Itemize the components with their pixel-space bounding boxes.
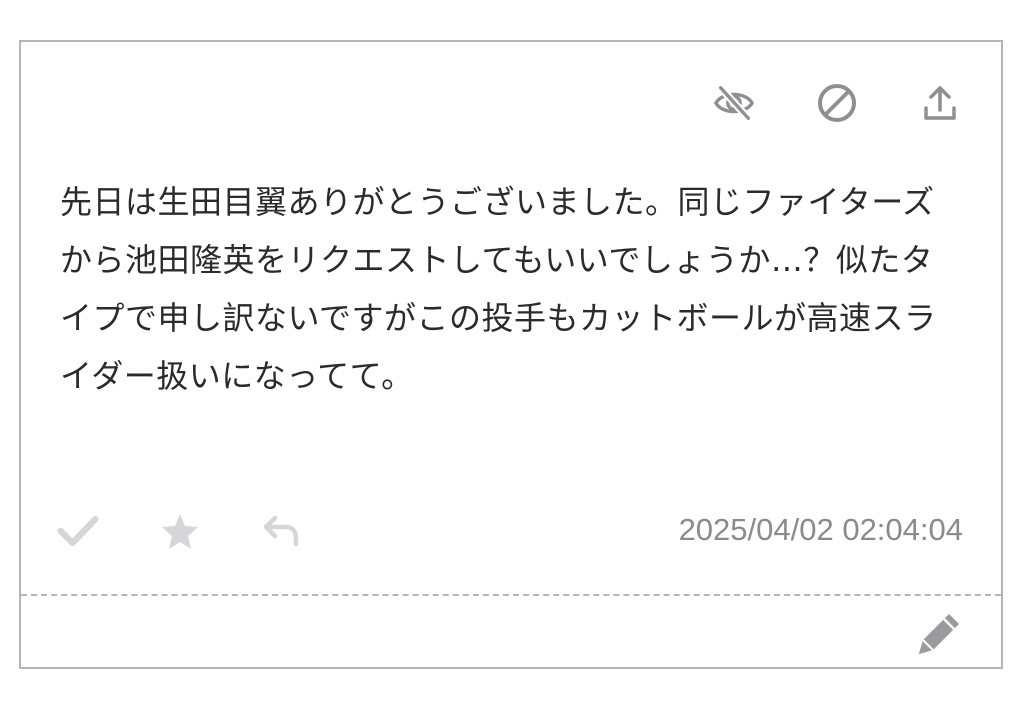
favorite-button[interactable]	[159, 510, 201, 552]
share-button[interactable]	[919, 82, 961, 124]
edit-button[interactable]	[913, 608, 965, 660]
share-upload-icon	[924, 86, 956, 120]
check-icon	[57, 515, 99, 547]
mark-done-button[interactable]	[57, 510, 99, 552]
message-text: 先日は生田目翼ありがとうございました。同じファイターズから池田隆英をリクエストし…	[60, 183, 937, 395]
card-top-actions	[713, 82, 961, 124]
reply-icon	[263, 515, 299, 547]
message-timestamp: 2025/04/02 02:04:04	[678, 512, 963, 547]
star-icon	[162, 514, 198, 549]
hide-button[interactable]	[713, 82, 755, 124]
message-card: 先日は生田目翼ありがとうございました。同じファイターズから池田隆英をリクエストし…	[19, 40, 1003, 669]
card-bottom-actions	[57, 510, 303, 552]
reply-button[interactable]	[261, 510, 303, 552]
block-button[interactable]	[816, 82, 858, 124]
eye-off-icon	[714, 85, 754, 121]
card-divider	[21, 594, 1001, 596]
pencil-icon	[919, 614, 959, 654]
block-icon	[818, 84, 856, 122]
